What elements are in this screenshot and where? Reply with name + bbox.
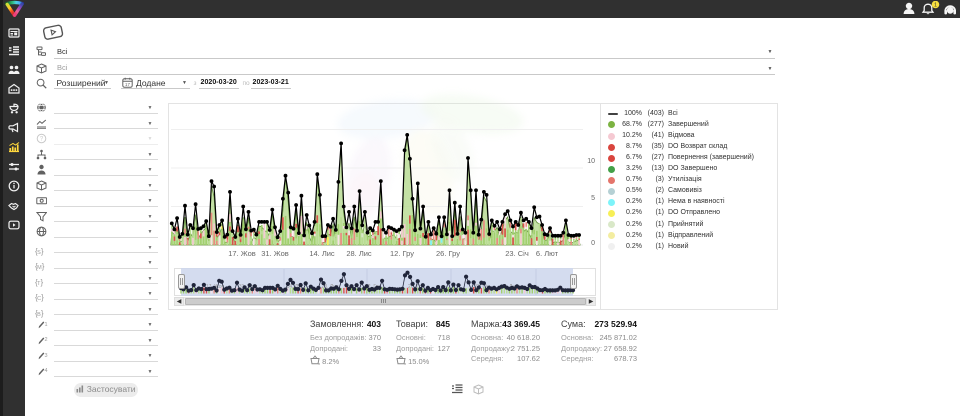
svg-text:x: x [318, 360, 320, 364]
svg-text:x: x [404, 360, 406, 364]
